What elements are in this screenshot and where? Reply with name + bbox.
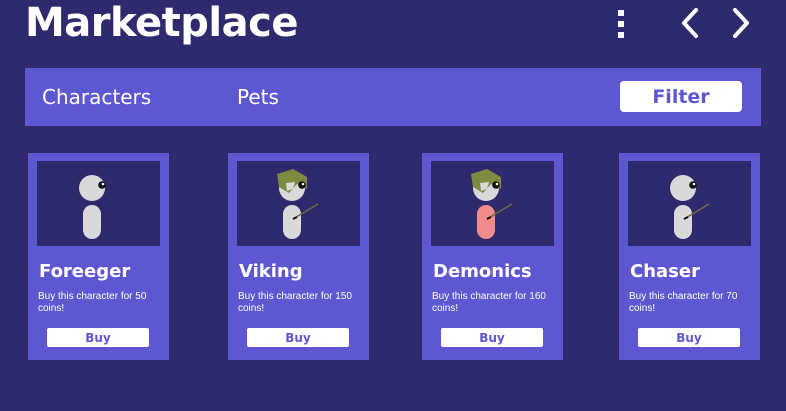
buy-button[interactable]: Buy [638,328,740,347]
tab-pets[interactable]: Pets [237,85,279,109]
chevron-left-icon[interactable] [676,6,704,40]
tab-characters[interactable]: Characters [42,85,151,109]
chevron-right-icon[interactable] [727,6,755,40]
more-vertical-icon[interactable] [612,8,630,40]
buy-button[interactable]: Buy [247,328,349,347]
category-tab-bar: Characters Pets Filter [25,68,761,126]
buy-button[interactable]: Buy [47,328,149,347]
character-card: Demonics Buy this character for 160 coins… [422,153,563,360]
character-name: Demonics [433,261,532,282]
character-figure [277,169,319,239]
buy-button[interactable]: Buy [441,328,543,347]
character-figure [670,175,710,239]
character-figure [79,175,106,239]
character-preview-image [37,161,160,246]
character-price-text: Buy this character for 150 coins! [238,291,352,314]
character-name: Foreeger [39,261,131,282]
character-preview-image [628,161,751,246]
character-price-text: Buy this character for 50 coins! [38,291,147,314]
character-card: Viking Buy this character for 150 coins! B… [228,153,369,360]
character-card: Foreeger Buy this character for 50 coins!… [28,153,169,360]
character-name: Chaser [630,261,700,282]
character-price-text: Buy this character for 160 coins! [432,291,546,314]
character-figure [471,169,513,239]
character-name: Viking [239,261,303,282]
character-preview-image [237,161,360,246]
character-price-text: Buy this character for 70 coins! [629,291,738,314]
page-title: Marketplace [25,0,298,46]
character-card: Chaser Buy this character for 70 coins! Bu… [619,153,760,360]
filter-button[interactable]: Filter [620,81,742,112]
character-preview-image [431,161,554,246]
